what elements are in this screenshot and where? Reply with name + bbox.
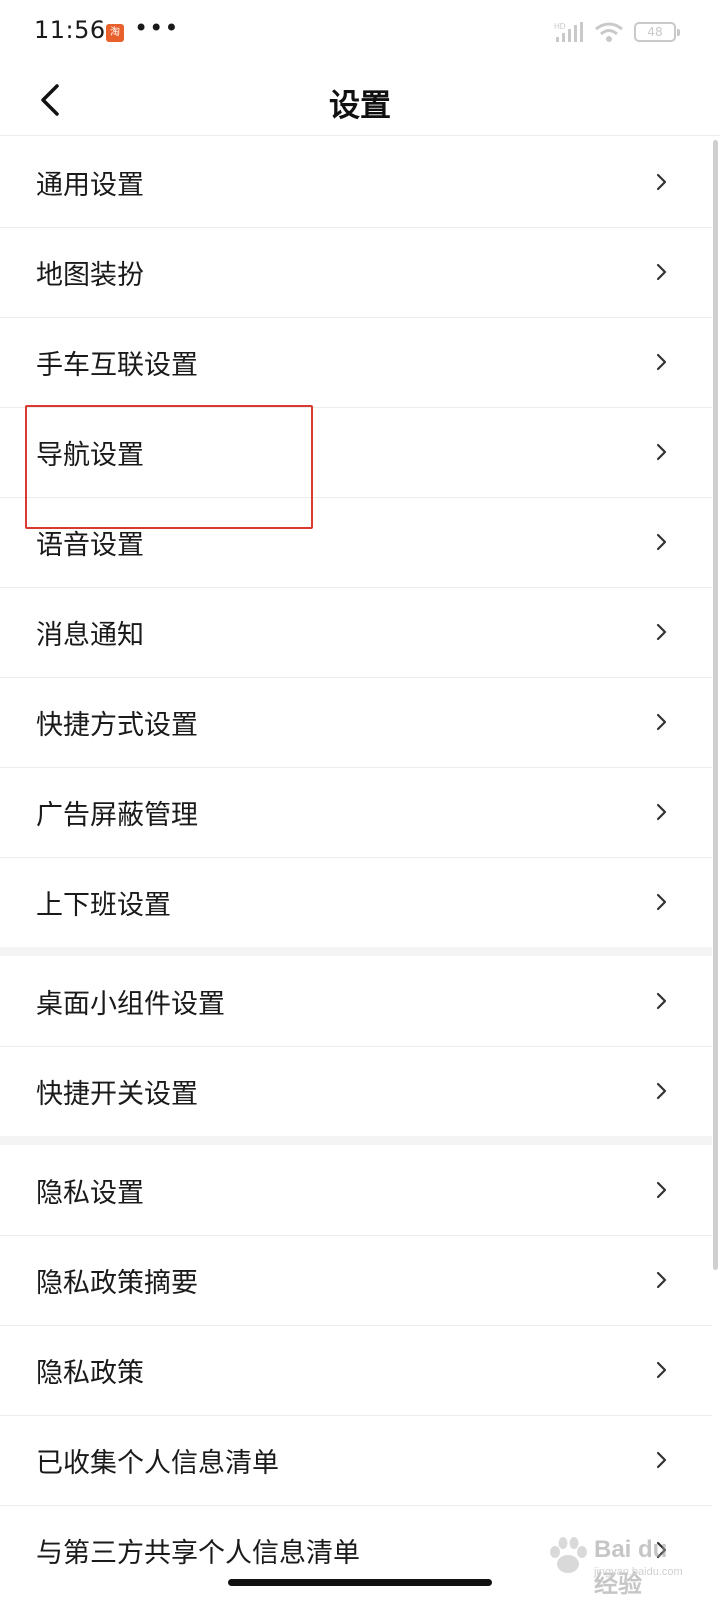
nav-header: 设置 — [0, 64, 720, 136]
settings-item-label: 已收集个人信息清单 — [36, 1447, 279, 1479]
settings-item-label: 广告屏蔽管理 — [36, 799, 198, 831]
settings-item-label: 快捷方式设置 — [36, 709, 198, 741]
chevron-right-icon — [656, 353, 667, 371]
status-time: 11:56 — [34, 16, 106, 44]
group-separator — [0, 947, 712, 956]
settings-item-label: 上下班设置 — [36, 889, 171, 921]
status-bar: 11:56 淘 ••• HD 48 — [0, 0, 720, 64]
settings-item-label: 地图装扮 — [36, 259, 144, 291]
settings-item[interactable]: 隐私政策 — [0, 1325, 712, 1415]
status-indicators: HD 48 — [554, 20, 680, 44]
battery-icon: 48 — [634, 22, 680, 42]
chevron-right-icon — [656, 992, 667, 1010]
settings-item[interactable]: 消息通知 — [0, 587, 712, 677]
settings-item-label: 导航设置 — [36, 439, 144, 471]
settings-item-label: 隐私政策 — [36, 1357, 144, 1389]
chevron-right-icon — [656, 623, 667, 641]
settings-item-label: 手车互联设置 — [36, 349, 198, 381]
chevron-right-icon — [656, 1361, 667, 1379]
settings-item-label: 桌面小组件设置 — [36, 988, 225, 1020]
settings-item-label: 隐私设置 — [36, 1177, 144, 1209]
settings-item[interactable]: 快捷开关设置 — [0, 1046, 712, 1136]
chevron-right-icon — [656, 443, 667, 461]
settings-item[interactable]: 快捷方式设置 — [0, 677, 712, 767]
settings-item-label: 与第三方共享个人信息清单 — [36, 1537, 360, 1569]
wifi-icon — [595, 22, 623, 42]
signal-icon: HD — [554, 22, 583, 42]
settings-item-label: 快捷开关设置 — [36, 1078, 198, 1110]
more-notifications-icon: ••• — [134, 14, 180, 42]
settings-item[interactable]: 导航设置 — [0, 407, 712, 497]
settings-item-label: 通用设置 — [36, 169, 144, 201]
settings-item[interactable]: 隐私政策摘要 — [0, 1235, 712, 1325]
settings-item-label: 消息通知 — [36, 619, 144, 651]
chevron-right-icon — [656, 1181, 667, 1199]
chevron-right-icon — [656, 263, 667, 281]
scrollbar[interactable] — [713, 140, 718, 1270]
chevron-right-icon — [656, 1082, 667, 1100]
svg-text:HD: HD — [554, 22, 566, 31]
settings-item[interactable]: 语音设置 — [0, 497, 712, 587]
chevron-right-icon — [656, 713, 667, 731]
settings-item-label: 语音设置 — [36, 529, 144, 561]
chevron-right-icon — [656, 1541, 667, 1559]
page-title: 设置 — [329, 88, 391, 124]
settings-item[interactable]: 手车互联设置 — [0, 317, 712, 407]
group-separator — [0, 1136, 712, 1145]
settings-item[interactable]: 广告屏蔽管理 — [0, 767, 712, 857]
chevron-right-icon — [656, 173, 667, 191]
settings-item[interactable]: 已收集个人信息清单 — [0, 1415, 712, 1505]
chevron-right-icon — [656, 803, 667, 821]
chevron-right-icon — [656, 1271, 667, 1289]
settings-item[interactable]: 桌面小组件设置 — [0, 956, 712, 1046]
chevron-right-icon — [656, 1451, 667, 1469]
chevron-right-icon — [656, 533, 667, 551]
app-screen: 11:56 淘 ••• HD 48 设置 通用设置 地图装扮 手车互联设置 导航… — [0, 0, 720, 1600]
settings-item[interactable]: 通用设置 — [0, 137, 712, 227]
settings-item[interactable]: 地图装扮 — [0, 227, 712, 317]
settings-item-label: 隐私政策摘要 — [36, 1267, 198, 1299]
taobao-app-icon: 淘 — [106, 24, 124, 42]
home-indicator[interactable] — [228, 1579, 492, 1586]
chevron-right-icon — [656, 893, 667, 911]
settings-item[interactable]: 上下班设置 — [0, 857, 712, 947]
battery-level: 48 — [647, 25, 663, 39]
settings-list: 通用设置地图装扮手车互联设置 导航设置语音设置消息通知快捷方式设置 广告屏蔽管理 上下… — [0, 137, 712, 1595]
settings-item[interactable]: 隐私设置 — [0, 1145, 712, 1235]
